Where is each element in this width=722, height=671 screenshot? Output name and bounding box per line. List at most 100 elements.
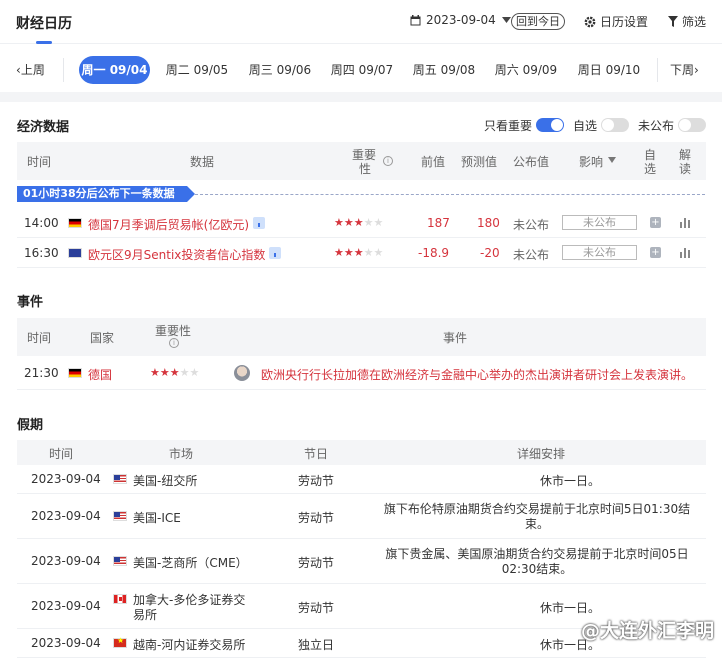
col-time: 时间 bbox=[27, 155, 52, 169]
day-tab-mon[interactable]: 周一 09/04 bbox=[79, 56, 150, 84]
prev-week-button[interactable]: ‹上周 bbox=[16, 56, 45, 84]
add-watch-icon[interactable]: + bbox=[650, 217, 661, 228]
day-tab-wed[interactable]: 周三 09/06 bbox=[244, 56, 316, 84]
germany-flag-icon bbox=[68, 218, 82, 228]
col-watch-2: 选 bbox=[644, 162, 657, 176]
prev-week-label: 上周 bbox=[20, 63, 45, 77]
day-tab-sun[interactable]: 周日 09/10 bbox=[573, 56, 645, 84]
row-data-name[interactable]: 德国7月季调后贸易帐(亿欧元) bbox=[88, 216, 249, 233]
row-impact: 未公布 bbox=[562, 245, 637, 260]
filter-important-toggle[interactable] bbox=[536, 118, 564, 132]
row-detail-2: 束。 bbox=[524, 517, 549, 531]
next-week-button[interactable]: 下周› bbox=[670, 56, 699, 84]
col-event: 事件 bbox=[443, 331, 468, 345]
title-underline bbox=[36, 41, 52, 44]
col-data: 数据 bbox=[190, 155, 215, 169]
gear-icon bbox=[584, 16, 596, 27]
info-icon[interactable]: i bbox=[169, 338, 179, 348]
page-title: 财经日历 bbox=[16, 16, 72, 32]
author-watermark: @大连外汇李明 bbox=[580, 620, 714, 642]
row-actual: 未公布 bbox=[513, 218, 550, 232]
day-tab-tue[interactable]: 周二 09/05 bbox=[161, 56, 233, 84]
filter-important-label: 只看重要 bbox=[484, 119, 533, 133]
importance-stars: ★★★ ★★ bbox=[334, 216, 384, 229]
countdown-banner: 01小时38分后公布下一条数据 bbox=[17, 186, 195, 202]
row-time: 16:30 bbox=[24, 246, 59, 260]
row-market: 越南-河内证券交易所 bbox=[133, 638, 246, 652]
today-button[interactable]: 回到今日 bbox=[511, 13, 565, 30]
add-watch-icon[interactable]: + bbox=[650, 247, 661, 258]
row-previous: -18.9 bbox=[418, 246, 450, 260]
table-row[interactable]: 21:30 德国 ★★★ ★★ 欧洲央行行长拉加德在欧洲经济与金融中心举办的杰出演… bbox=[17, 356, 706, 390]
row-date: 2023-09-04 bbox=[31, 472, 101, 486]
row-holiday: 独立日 bbox=[298, 638, 335, 652]
day-tab-fri[interactable]: 周五 09/08 bbox=[408, 56, 480, 84]
col-country: 国家 bbox=[90, 331, 115, 345]
row-event[interactable]: 欧洲央行行长拉加德在欧洲经济与金融中心举办的杰出演讲者研讨会上发表演讲。 bbox=[261, 366, 693, 383]
section-gap bbox=[0, 92, 722, 102]
vietnam-flag-icon bbox=[113, 636, 127, 648]
caret-down-icon bbox=[501, 17, 511, 23]
row-date: 2023-09-04 bbox=[31, 636, 101, 650]
holidays-table-header: 时间 市场 节日 详细安排 bbox=[17, 440, 706, 465]
filter-watchlist-label: 自选 bbox=[573, 119, 598, 133]
table-row: 2023-09-04 美国-芝商所（CME） 劳动节 旗下贵金属、美国原油期货合… bbox=[17, 539, 706, 584]
eu-flag-icon bbox=[68, 248, 82, 258]
bar-chart-icon[interactable] bbox=[680, 217, 691, 228]
col-detail: 详细安排 bbox=[517, 447, 566, 461]
col-importance-2: 性 bbox=[359, 162, 372, 176]
row-country: 德国 bbox=[88, 368, 113, 382]
row-market: 美国-芝商所（CME） bbox=[133, 556, 248, 570]
col-forecast: 预测值 bbox=[461, 155, 498, 169]
row-holiday: 劳动节 bbox=[298, 511, 335, 525]
table-row[interactable]: 14:00 德国7月季调后贸易帐(亿欧元) ★★★ ★★ 187 180 未公布 … bbox=[17, 208, 706, 238]
filter-label: 筛选 bbox=[682, 15, 707, 29]
row-detail: 休市一日。 bbox=[540, 601, 601, 615]
usa-flag-icon bbox=[113, 474, 127, 484]
col-impact[interactable]: 影响 bbox=[579, 153, 603, 170]
row-impact: 未公布 bbox=[562, 215, 637, 230]
filter-unreleased-toggle[interactable] bbox=[678, 118, 706, 132]
col-holiday: 节日 bbox=[304, 447, 329, 461]
canada-flag-icon bbox=[113, 594, 127, 604]
row-date: 2023-09-04 bbox=[31, 509, 101, 523]
date-picker[interactable]: 2023-09-04 bbox=[410, 13, 511, 27]
day-tab-thu[interactable]: 周四 09/07 bbox=[326, 56, 398, 84]
current-date: 2023-09-04 bbox=[426, 13, 496, 27]
row-data-name[interactable]: 欧元区9月Sentix投资者信心指数 bbox=[88, 246, 265, 263]
info-icon[interactable]: i bbox=[383, 156, 393, 166]
usa-flag-icon bbox=[113, 511, 127, 521]
row-detail: 休市一日。 bbox=[540, 474, 601, 488]
filter-watchlist-toggle[interactable] bbox=[601, 118, 629, 132]
calendar-settings-button[interactable]: 日历设置 bbox=[584, 13, 648, 30]
top-header: 财经日历 2023-09-04 回到今日 日历设置 筛选 bbox=[0, 0, 722, 44]
table-row[interactable]: 16:30 欧元区9月Sentix投资者信心指数 ★★★ ★★ -18.9 -20… bbox=[17, 238, 706, 268]
events-section-title: 事件 bbox=[17, 295, 44, 310]
row-previous: 187 bbox=[427, 216, 450, 230]
row-market: 美国-纽交所 bbox=[133, 474, 198, 488]
row-time: 21:30 bbox=[24, 366, 59, 380]
day-tab-sat[interactable]: 周六 09/09 bbox=[490, 56, 562, 84]
bar-chart-icon[interactable] bbox=[680, 247, 691, 258]
divider bbox=[63, 58, 64, 82]
chart-badge-icon bbox=[253, 217, 265, 229]
row-market: 美国-ICE bbox=[133, 511, 181, 525]
row-holiday: 劳动节 bbox=[298, 601, 335, 615]
econ-table-header: 时间 数据 重要 性 i 前值 预测值 公布值 影响 自 选 解 读 bbox=[17, 142, 706, 180]
chart-badge-icon bbox=[269, 247, 281, 259]
countdown-line bbox=[195, 194, 705, 195]
caret-down-icon bbox=[608, 157, 616, 163]
row-forecast: 180 bbox=[477, 216, 500, 230]
filter-unreleased-label: 未公布 bbox=[638, 119, 675, 133]
col-market: 市场 bbox=[169, 447, 194, 461]
table-row: 2023-09-04 美国-纽交所 劳动节 休市一日。 bbox=[17, 465, 706, 494]
usa-flag-icon bbox=[113, 556, 127, 566]
row-forecast: -20 bbox=[480, 246, 500, 260]
events-table-header: 时间 国家 重要性 i 事件 bbox=[17, 318, 706, 356]
filter-button[interactable]: 筛选 bbox=[668, 13, 706, 30]
settings-label: 日历设置 bbox=[600, 15, 649, 29]
row-date: 2023-09-04 bbox=[31, 554, 101, 568]
row-date: 2023-09-04 bbox=[31, 599, 101, 613]
germany-flag-icon bbox=[68, 368, 82, 378]
table-row: 2023-09-04 美国-ICE 劳动节 旗下布伦特原油期货合约交易提前于北京… bbox=[17, 494, 706, 539]
